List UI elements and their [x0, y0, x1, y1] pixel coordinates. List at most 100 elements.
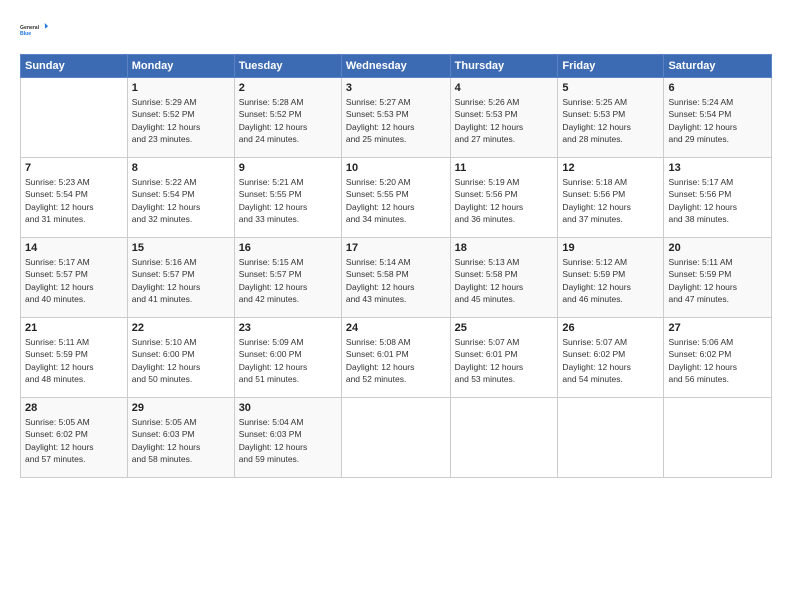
calendar-cell: 15 Sunrise: 5:16 AM Sunset: 5:57 PM Dayli… — [127, 238, 234, 318]
day-info: Sunrise: 5:19 AM Sunset: 5:56 PM Dayligh… — [455, 176, 554, 225]
day-info: Sunrise: 5:13 AM Sunset: 5:58 PM Dayligh… — [455, 256, 554, 305]
week-row-4: 28Sunrise: 5:05 AM Sunset: 6:02 PM Dayli… — [21, 398, 772, 478]
day-info: Sunrise: 5:17 AM Sunset: 5:57 PM Dayligh… — [25, 256, 123, 305]
calendar-cell: 16Sunrise: 5:15 AM Sunset: 5:57 PM Dayli… — [234, 238, 341, 318]
day-number: 21 — [25, 322, 123, 334]
calendar-cell: 30 Sunrise: 5:04 AM Sunset: 6:03 PM Dayli… — [234, 398, 341, 478]
day-number: 8 — [132, 162, 230, 174]
day-number: 6 — [668, 82, 767, 94]
calendar-cell: 9 Sunrise: 5:21 AM Sunset: 5:55 PM Daylig… — [234, 158, 341, 238]
day-number: 18 — [455, 242, 554, 254]
day-info: Sunrise: 5:10 AM Sunset: 6:00 PM Dayligh… — [132, 336, 230, 385]
header-day-monday: Monday — [127, 55, 234, 78]
day-number: 17 — [346, 242, 446, 254]
calendar-cell: 22 Sunrise: 5:10 AM Sunset: 6:00 PM Dayli… — [127, 318, 234, 398]
day-number: 29 — [132, 402, 230, 414]
day-info: Sunrise: 5:11 AM Sunset: 5:59 PM Dayligh… — [25, 336, 123, 385]
day-number: 5 — [562, 82, 659, 94]
day-info: Sunrise: 5:04 AM Sunset: 6:03 PM Dayligh… — [239, 416, 337, 465]
header-day-saturday: Saturday — [664, 55, 772, 78]
calendar-cell: 25Sunrise: 5:07 AM Sunset: 6:01 PM Dayli… — [450, 318, 558, 398]
logo-icon: General Blue — [20, 16, 48, 44]
calendar-cell — [664, 398, 772, 478]
calendar-cell: 20 Sunrise: 5:11 AM Sunset: 5:59 PM Dayli… — [664, 238, 772, 318]
calendar-cell: 5Sunrise: 5:25 AM Sunset: 5:53 PM Daylig… — [558, 78, 664, 158]
day-number: 10 — [346, 162, 446, 174]
calendar-cell: 10 Sunrise: 5:20 AM Sunset: 5:55 PM Dayli… — [341, 158, 450, 238]
logo: General Blue — [20, 16, 48, 44]
day-info: Sunrise: 5:16 AM Sunset: 5:57 PM Dayligh… — [132, 256, 230, 305]
calendar-cell: 13 Sunrise: 5:17 AM Sunset: 5:56 PM Dayli… — [664, 158, 772, 238]
week-row-1: 7 Sunrise: 5:23 AM Sunset: 5:54 PM Daylig… — [21, 158, 772, 238]
day-info: Sunrise: 5:23 AM Sunset: 5:54 PM Dayligh… — [25, 176, 123, 225]
day-number: 30 — [239, 402, 337, 414]
calendar-cell: 4 Sunrise: 5:26 AM Sunset: 5:53 PM Daylig… — [450, 78, 558, 158]
calendar-cell: 12 Sunrise: 5:18 AM Sunset: 5:56 PM Dayli… — [558, 158, 664, 238]
svg-text:General: General — [20, 25, 40, 31]
day-number: 20 — [668, 242, 767, 254]
day-info: Sunrise: 5:27 AM Sunset: 5:53 PM Dayligh… — [346, 96, 446, 145]
calendar-cell — [341, 398, 450, 478]
calendar-cell: 11 Sunrise: 5:19 AM Sunset: 5:56 PM Dayli… — [450, 158, 558, 238]
header-day-tuesday: Tuesday — [234, 55, 341, 78]
day-info: Sunrise: 5:09 AM Sunset: 6:00 PM Dayligh… — [239, 336, 337, 385]
calendar-cell: 19 Sunrise: 5:12 AM Sunset: 5:59 PM Dayli… — [558, 238, 664, 318]
day-info: Sunrise: 5:12 AM Sunset: 5:59 PM Dayligh… — [562, 256, 659, 305]
calendar-cell: 26 Sunrise: 5:07 AM Sunset: 6:02 PM Dayli… — [558, 318, 664, 398]
day-info: Sunrise: 5:11 AM Sunset: 5:59 PM Dayligh… — [668, 256, 767, 305]
day-number: 11 — [455, 162, 554, 174]
day-info: Sunrise: 5:18 AM Sunset: 5:56 PM Dayligh… — [562, 176, 659, 225]
day-number: 1 — [132, 82, 230, 94]
day-info: Sunrise: 5:05 AM Sunset: 6:03 PM Dayligh… — [132, 416, 230, 465]
calendar-cell: 18 Sunrise: 5:13 AM Sunset: 5:58 PM Dayli… — [450, 238, 558, 318]
day-number: 2 — [239, 82, 337, 94]
calendar-cell: 27 Sunrise: 5:06 AM Sunset: 6:02 PM Dayli… — [664, 318, 772, 398]
day-number: 13 — [668, 162, 767, 174]
day-info: Sunrise: 5:06 AM Sunset: 6:02 PM Dayligh… — [668, 336, 767, 385]
calendar-cell: 24Sunrise: 5:08 AM Sunset: 6:01 PM Dayli… — [341, 318, 450, 398]
day-info: Sunrise: 5:24 AM Sunset: 5:54 PM Dayligh… — [668, 96, 767, 145]
calendar-table: SundayMondayTuesdayWednesdayThursdayFrid… — [20, 54, 772, 478]
header-day-wednesday: Wednesday — [341, 55, 450, 78]
day-number: 14 — [25, 242, 123, 254]
day-info: Sunrise: 5:05 AM Sunset: 6:02 PM Dayligh… — [25, 416, 123, 465]
day-number: 19 — [562, 242, 659, 254]
day-info: Sunrise: 5:20 AM Sunset: 5:55 PM Dayligh… — [346, 176, 446, 225]
day-number: 27 — [668, 322, 767, 334]
calendar-cell: 3 Sunrise: 5:27 AM Sunset: 5:53 PM Daylig… — [341, 78, 450, 158]
day-number: 9 — [239, 162, 337, 174]
day-info: Sunrise: 5:15 AM Sunset: 5:57 PM Dayligh… — [239, 256, 337, 305]
header: General Blue — [20, 16, 772, 44]
calendar-cell: 21 Sunrise: 5:11 AM Sunset: 5:59 PM Dayli… — [21, 318, 128, 398]
calendar-cell: 23 Sunrise: 5:09 AM Sunset: 6:00 PM Dayli… — [234, 318, 341, 398]
day-number: 22 — [132, 322, 230, 334]
week-row-2: 14 Sunrise: 5:17 AM Sunset: 5:57 PM Dayli… — [21, 238, 772, 318]
calendar-cell: 17 Sunrise: 5:14 AM Sunset: 5:58 PM Dayli… — [341, 238, 450, 318]
day-info: Sunrise: 5:17 AM Sunset: 5:56 PM Dayligh… — [668, 176, 767, 225]
calendar-cell — [21, 78, 128, 158]
day-number: 15 — [132, 242, 230, 254]
day-number: 12 — [562, 162, 659, 174]
day-info: Sunrise: 5:07 AM Sunset: 6:01 PM Dayligh… — [455, 336, 554, 385]
day-number: 23 — [239, 322, 337, 334]
header-day-friday: Friday — [558, 55, 664, 78]
day-number: 26 — [562, 322, 659, 334]
calendar-cell: 8 Sunrise: 5:22 AM Sunset: 5:54 PM Daylig… — [127, 158, 234, 238]
day-info: Sunrise: 5:21 AM Sunset: 5:55 PM Dayligh… — [239, 176, 337, 225]
header-day-sunday: Sunday — [21, 55, 128, 78]
week-row-0: 1Sunrise: 5:29 AM Sunset: 5:52 PM Daylig… — [21, 78, 772, 158]
svg-text:Blue: Blue — [20, 31, 31, 37]
day-info: Sunrise: 5:14 AM Sunset: 5:58 PM Dayligh… — [346, 256, 446, 305]
week-row-3: 21 Sunrise: 5:11 AM Sunset: 5:59 PM Dayli… — [21, 318, 772, 398]
calendar-cell: 7 Sunrise: 5:23 AM Sunset: 5:54 PM Daylig… — [21, 158, 128, 238]
day-info: Sunrise: 5:22 AM Sunset: 5:54 PM Dayligh… — [132, 176, 230, 225]
day-number: 4 — [455, 82, 554, 94]
day-info: Sunrise: 5:26 AM Sunset: 5:53 PM Dayligh… — [455, 96, 554, 145]
day-number: 7 — [25, 162, 123, 174]
calendar-cell: 28Sunrise: 5:05 AM Sunset: 6:02 PM Dayli… — [21, 398, 128, 478]
calendar-cell — [450, 398, 558, 478]
day-info: Sunrise: 5:08 AM Sunset: 6:01 PM Dayligh… — [346, 336, 446, 385]
day-info: Sunrise: 5:07 AM Sunset: 6:02 PM Dayligh… — [562, 336, 659, 385]
day-number: 3 — [346, 82, 446, 94]
calendar-cell: 2Sunrise: 5:28 AM Sunset: 5:52 PM Daylig… — [234, 78, 341, 158]
